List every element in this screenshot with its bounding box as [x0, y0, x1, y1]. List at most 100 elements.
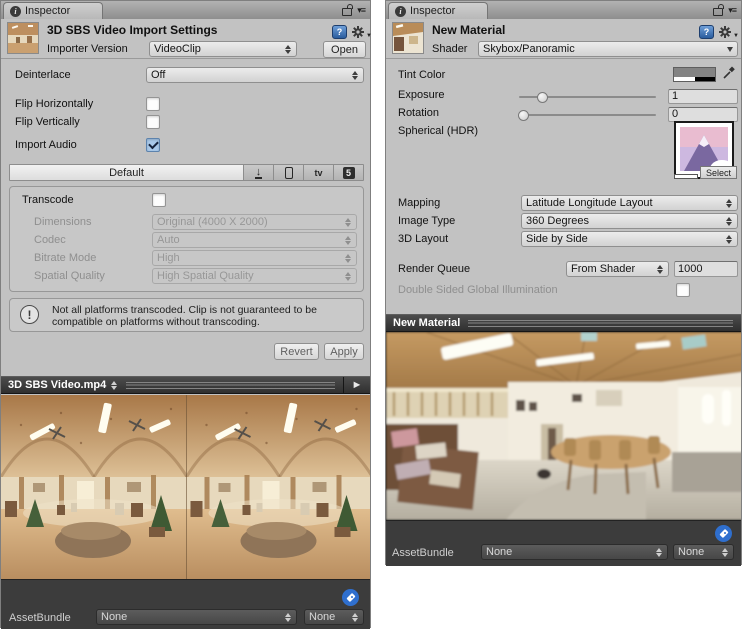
image-type-label: Image Type: [398, 215, 455, 227]
info-icon: i: [395, 6, 406, 17]
shader-label: Shader: [432, 43, 467, 55]
material-preview-header[interactable]: New Material: [386, 314, 741, 332]
flip-horizontally-label: Flip Horizontally: [15, 98, 93, 110]
appletv-icon: tv: [314, 168, 322, 178]
3d-layout-dropdown[interactable]: Side by Side: [521, 231, 738, 247]
platform-tab-default[interactable]: Default: [10, 165, 243, 180]
mapping-dropdown[interactable]: Latitude Longitude Layout: [521, 195, 738, 211]
left-body: Deinterlace Off Flip Horizontally Flip V…: [1, 58, 370, 376]
platform-tab-ios[interactable]: [273, 165, 303, 180]
preview-drag-handle[interactable]: [126, 382, 335, 389]
help-icon[interactable]: ?: [332, 25, 347, 39]
video-preview-image[interactable]: [1, 395, 370, 579]
import-audio-label: Import Audio: [15, 139, 77, 151]
transcode-group: Transcode Dimensions Original (4000 X 20…: [9, 186, 364, 292]
spherical-hdr-label: Spherical (HDR): [398, 125, 478, 137]
video-preview-title: 3D SBS Video.mp4: [8, 379, 106, 391]
left-tab-title: Inspector: [25, 5, 70, 17]
right-tab-title: Inspector: [410, 5, 455, 17]
render-queue-field[interactable]: 1000: [674, 261, 738, 277]
help-icon[interactable]: ?: [699, 25, 714, 39]
assetbundle-variant-dropdown[interactable]: None: [673, 544, 734, 560]
transcode-label: Transcode: [22, 194, 74, 206]
download-icon: ↓: [255, 167, 263, 179]
codec-dropdown: Auto: [152, 232, 357, 248]
tag-icon[interactable]: [342, 589, 359, 606]
3d-layout-label: 3D Layout: [398, 233, 448, 245]
dimensions-dropdown: Original (4000 X 2000): [152, 214, 357, 230]
shader-dropdown[interactable]: Skybox/Panoramic: [478, 41, 738, 57]
webgl-icon: 5: [343, 167, 355, 179]
deinterlace-dropdown[interactable]: Off: [146, 67, 364, 83]
flip-vertically-checkbox[interactable]: [146, 115, 160, 129]
assetbundle-label: AssetBundle: [392, 547, 454, 559]
tint-color-swatch[interactable]: [673, 67, 716, 82]
render-queue-label: Render Queue: [398, 263, 470, 275]
tag-icon[interactable]: [715, 525, 732, 542]
left-tab-inspector[interactable]: i Inspector: [3, 2, 103, 19]
iphone-icon: [285, 167, 293, 179]
rotation-field[interactable]: 0: [668, 107, 738, 122]
inspector-panel-video: i Inspector ▾≡ 3D SBS Video Import Setti…: [0, 0, 371, 628]
assetbundle-dropdown[interactable]: None: [96, 609, 297, 625]
deinterlace-label: Deinterlace: [15, 69, 71, 81]
double-sided-gi-checkbox: [676, 283, 690, 297]
import-audio-checkbox[interactable]: [146, 138, 160, 152]
platform-tab-tvos[interactable]: tv: [303, 165, 333, 180]
assetbundle-variant-dropdown[interactable]: None: [304, 609, 364, 625]
left-footer: AssetBundle None None: [1, 579, 370, 629]
rotation-slider-thumb[interactable]: [518, 110, 529, 121]
platform-tab-webgl[interactable]: 5: [333, 165, 363, 180]
inspector-panel-material: i Inspector ▾≡ New Material ?: [385, 0, 742, 565]
select-texture-button[interactable]: Select: [700, 166, 737, 179]
assetbundle-label: AssetBundle: [9, 612, 71, 624]
right-header: New Material ? ▼ Shader Skybox/Panoramic: [386, 19, 741, 59]
screenshot-root: i Inspector ▾≡ 3D SBS Video Import Setti…: [0, 0, 742, 630]
play-button[interactable]: ►: [343, 377, 370, 393]
warning-icon: !: [20, 305, 39, 324]
bitrate-mode-dropdown: High: [152, 250, 357, 266]
lock-icon[interactable]: [713, 8, 723, 16]
material-thumbnail: [392, 22, 424, 54]
exposure-slider-thumb[interactable]: [537, 92, 548, 103]
platform-tab-standalone[interactable]: ↓: [243, 165, 273, 180]
left-title: 3D SBS Video Import Settings: [47, 23, 217, 37]
spatial-quality-dropdown: High Spatial Quality: [152, 268, 357, 284]
transcode-checkbox[interactable]: [152, 193, 166, 207]
info-icon: i: [10, 6, 21, 17]
lock-icon[interactable]: [342, 8, 352, 16]
panel-menu-icon[interactable]: ▾≡: [728, 5, 736, 15]
texture-mini-strip: [674, 174, 698, 179]
preview-drag-handle[interactable]: [468, 320, 733, 327]
apply-button[interactable]: Apply: [324, 343, 364, 360]
panel-menu-icon[interactable]: ▾≡: [357, 5, 365, 15]
revert-button[interactable]: Revert: [274, 343, 319, 360]
gear-icon[interactable]: ▼: [351, 25, 372, 39]
right-tab-inspector[interactable]: i Inspector: [388, 2, 488, 19]
platform-tab-bar: Default ↓ tv 5: [9, 164, 364, 181]
bitrate-mode-label: Bitrate Mode: [34, 252, 96, 264]
rotation-slider[interactable]: [519, 114, 656, 116]
dimensions-label: Dimensions: [34, 216, 91, 228]
spatial-quality-label: Spatial Quality: [34, 270, 105, 282]
flip-vertically-label: Flip Vertically: [15, 116, 80, 128]
tint-color-label: Tint Color: [398, 69, 445, 81]
material-preview-image[interactable]: [386, 332, 741, 520]
left-tab-strip: i Inspector ▾≡: [1, 1, 370, 20]
warning-text: Not all platforms transcoded. Clip is no…: [52, 304, 355, 328]
importer-version-dropdown[interactable]: VideoClip: [149, 41, 297, 57]
eyedropper-icon[interactable]: [722, 65, 736, 83]
gear-icon[interactable]: ▼: [718, 25, 739, 39]
exposure-slider[interactable]: [519, 96, 656, 98]
flip-horizontally-checkbox[interactable]: [146, 97, 160, 111]
material-preview-title: New Material: [393, 317, 460, 329]
assetbundle-dropdown[interactable]: None: [481, 544, 668, 560]
transcode-warning: ! Not all platforms transcoded. Clip is …: [9, 298, 364, 332]
right-tab-strip: i Inspector ▾≡: [386, 1, 741, 20]
video-preview-header[interactable]: 3D SBS Video.mp4 ►: [1, 376, 370, 394]
render-queue-dropdown[interactable]: From Shader: [566, 261, 669, 277]
exposure-field[interactable]: 1: [668, 89, 738, 104]
open-button[interactable]: Open: [323, 41, 366, 58]
image-type-dropdown[interactable]: 360 Degrees: [521, 213, 738, 229]
preview-popup-icon[interactable]: [110, 381, 118, 390]
